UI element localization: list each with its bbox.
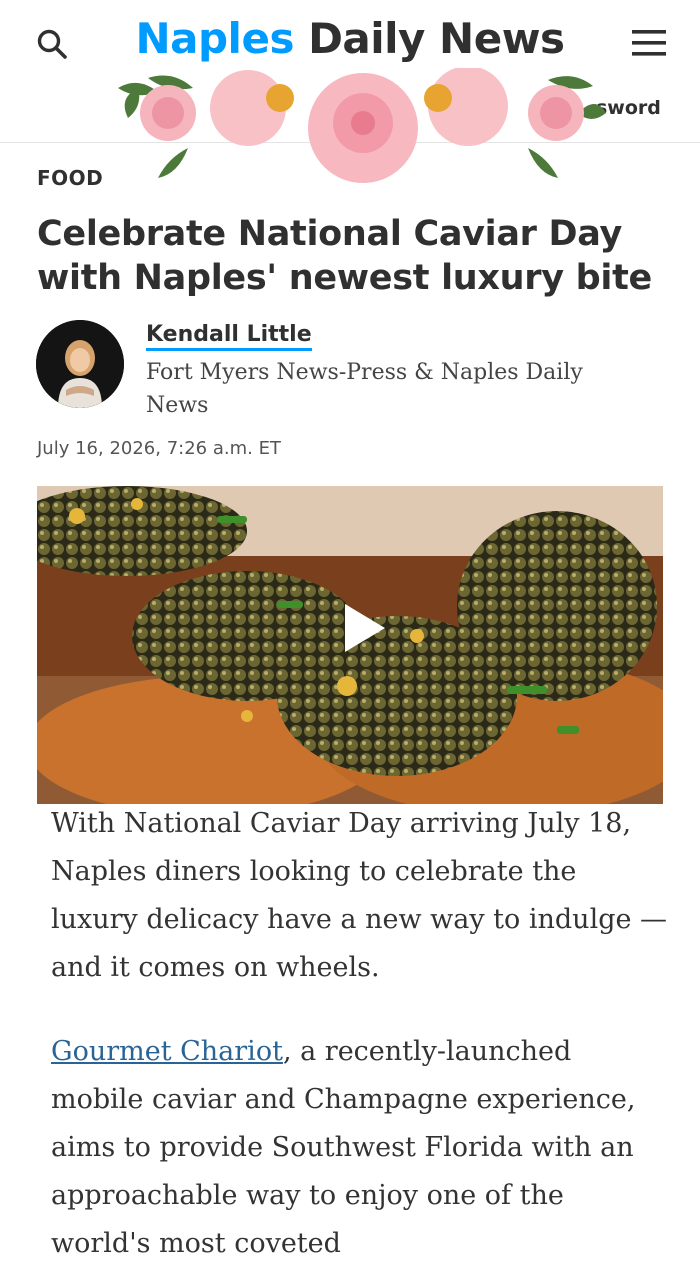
author-org: Fort Myers News-Press & Naples Daily New… xyxy=(146,360,583,418)
article-dateline: July 16, 2026, 7:26 a.m. ET xyxy=(37,438,281,459)
article-headline: Celebrate National Caviar Day with Naple… xyxy=(37,214,652,298)
hamburger-menu-icon[interactable] xyxy=(630,28,668,58)
flower-decoration xyxy=(118,68,606,183)
logo-brand: Naples xyxy=(135,14,295,63)
article-paragraph: Gourmet Chariot, a recently-launched mob… xyxy=(51,1028,671,1268)
author-name-link[interactable]: Kendall Little xyxy=(146,322,312,351)
logo-rest: Daily News xyxy=(308,14,565,63)
gourmet-chariot-link[interactable]: Gourmet Chariot xyxy=(51,1036,283,1067)
paragraph-text: , a recently-launched mobile caviar and … xyxy=(51,1036,636,1259)
section-label[interactable]: FOOD xyxy=(37,166,103,190)
author-avatar[interactable] xyxy=(36,320,124,408)
site-logo[interactable]: Naples Daily News xyxy=(0,14,700,63)
play-icon[interactable] xyxy=(333,598,393,658)
article-paragraph: With National Caviar Day arriving July 1… xyxy=(51,808,668,983)
hero-video[interactable] xyxy=(37,486,663,804)
author-photo xyxy=(36,320,124,408)
